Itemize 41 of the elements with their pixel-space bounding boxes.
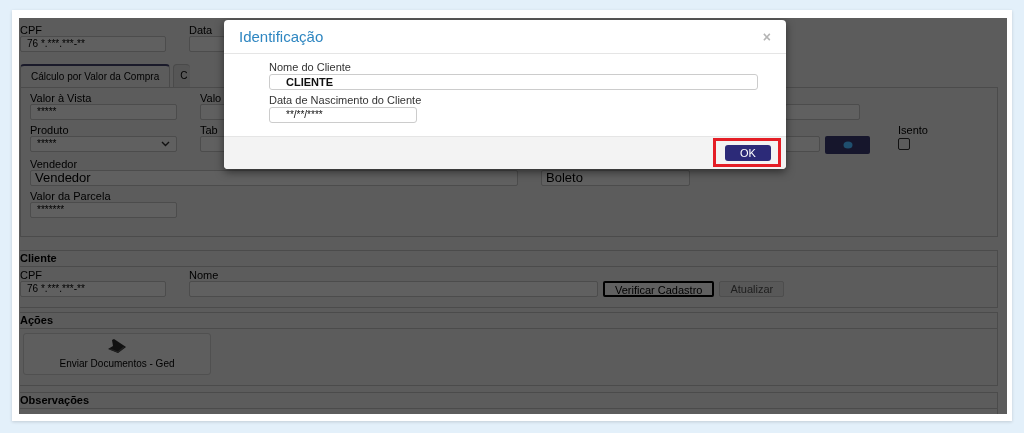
text-field[interactable]: Boleto (541, 170, 690, 186)
checkbox[interactable] (898, 138, 910, 150)
text-field[interactable]: CLIENTE (269, 74, 758, 90)
text-field[interactable]: **/**/**** (269, 107, 417, 123)
text-field[interactable]: Vendedor (30, 170, 518, 186)
field-label: Nome do Cliente (269, 61, 352, 74)
checkbox-label: Isento (898, 124, 928, 136)
field-label: Data de Nascimento do Cliente (269, 94, 423, 107)
field-label: Tab (200, 124, 219, 136)
close-button[interactable]: × (762, 29, 771, 44)
field-label: CPF (20, 269, 43, 281)
scanner-icon (107, 339, 127, 355)
text-field[interactable] (785, 136, 820, 152)
text-field[interactable]: 76 *.***.***-** (20, 281, 166, 297)
action-button[interactable]: Enviar Documentos - Ged (23, 333, 211, 375)
field-label: Valor à Vista (30, 92, 93, 104)
text-field[interactable] (189, 36, 225, 52)
text-field[interactable]: ******* (30, 202, 177, 218)
text-field[interactable] (200, 136, 225, 152)
tab[interactable]: C (173, 64, 191, 87)
field-label: Valo (200, 92, 223, 104)
select-field[interactable]: ***** (30, 136, 177, 152)
text-field[interactable] (200, 104, 225, 120)
field-label: Produto (30, 124, 70, 136)
field-label: Vendedor (30, 158, 79, 170)
section-title: Observações (20, 393, 997, 409)
text-field[interactable]: 76 *.***.***-** (20, 36, 166, 52)
search-icon (842, 141, 853, 149)
field-label: Nome (189, 269, 220, 281)
dialog-title: Identificação (239, 28, 324, 45)
text-field[interactable]: ***** (30, 104, 177, 120)
button[interactable]: Verificar Cadastro (603, 281, 715, 297)
field-label: CPF (20, 24, 43, 36)
field-label: Data (189, 24, 214, 36)
tab[interactable]: Cálculo por Valor da Compra (20, 64, 171, 87)
text-field[interactable] (785, 104, 860, 120)
caret-icon (161, 141, 170, 147)
field-label: Valor da Parcela (30, 190, 112, 202)
ok-button[interactable]: OK (725, 145, 771, 161)
section-title: Ações (20, 313, 997, 329)
section-title: Cliente (20, 251, 997, 267)
